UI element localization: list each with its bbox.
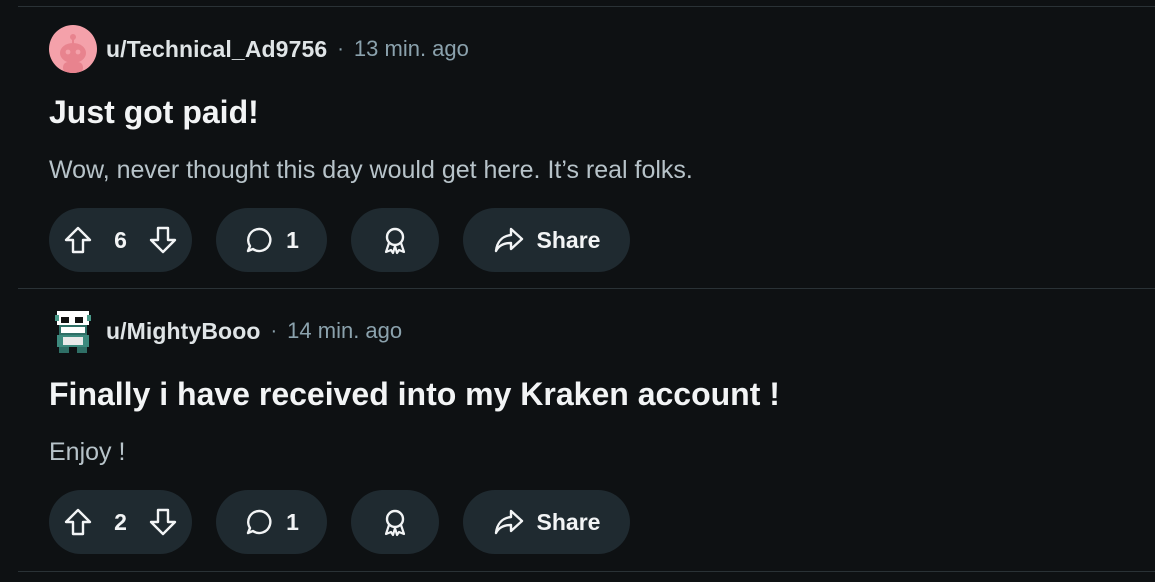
post-body[interactable]: Wow, never thought this day would get he…: [49, 156, 693, 185]
downvote-icon[interactable]: [148, 225, 178, 255]
share-arrow-icon: [493, 507, 525, 537]
username[interactable]: u/Technical_Ad9756: [106, 36, 327, 63]
comment-bubble-icon: [244, 225, 274, 255]
share-arrow-icon: [493, 225, 525, 255]
snoo-avatar-icon: [49, 25, 97, 73]
comment-bubble-icon: [244, 507, 274, 537]
avatar[interactable]: [49, 25, 97, 73]
vote-score: 2: [114, 508, 127, 535]
award-button[interactable]: [351, 490, 439, 554]
post-meta: u/Technical_Ad9756 · 13 min. ago: [49, 25, 469, 73]
post-actions: 6 1 Share: [49, 208, 654, 272]
award-icon: [380, 225, 410, 255]
vote-bar: 6: [49, 208, 192, 272]
divider: [18, 571, 1155, 572]
comments-button[interactable]: 1: [216, 208, 327, 272]
post-actions: 2 1 Share: [49, 490, 654, 554]
post-card[interactable]: u/Technical_Ad9756 · 13 min. ago Just go…: [0, 0, 1155, 282]
post-feed: u/Technical_Ad9756 · 13 min. ago Just go…: [0, 0, 1155, 582]
upvote-icon[interactable]: [63, 225, 93, 255]
post-title[interactable]: Just got paid!: [49, 94, 259, 131]
share-label: Share: [536, 508, 601, 535]
post-body[interactable]: Enjoy !: [49, 438, 125, 467]
post-meta: u/MightyBooo · 14 min. ago: [49, 307, 402, 355]
meta-separator: ·: [270, 319, 278, 342]
post-card[interactable]: u/MightyBooo · 14 min. ago Finally i hav…: [0, 282, 1155, 564]
avatar[interactable]: [49, 307, 97, 355]
pixel-avatar-icon: [49, 307, 97, 355]
post-title[interactable]: Finally i have received into my Kraken a…: [49, 376, 780, 413]
share-button[interactable]: Share: [463, 490, 630, 554]
share-label: Share: [536, 226, 601, 253]
comments-button[interactable]: 1: [216, 490, 327, 554]
username[interactable]: u/MightyBooo: [106, 318, 261, 345]
comment-count: 1: [286, 226, 299, 253]
vote-score: 6: [114, 226, 127, 253]
award-icon: [380, 507, 410, 537]
vote-bar: 2: [49, 490, 192, 554]
post-timestamp: 14 min. ago: [287, 318, 403, 343]
meta-separator: ·: [337, 37, 344, 60]
post-timestamp: 13 min. ago: [353, 36, 469, 61]
share-button[interactable]: Share: [463, 208, 630, 272]
comment-count: 1: [286, 508, 299, 535]
upvote-icon[interactable]: [63, 507, 93, 537]
award-button[interactable]: [351, 208, 439, 272]
downvote-icon[interactable]: [148, 507, 178, 537]
